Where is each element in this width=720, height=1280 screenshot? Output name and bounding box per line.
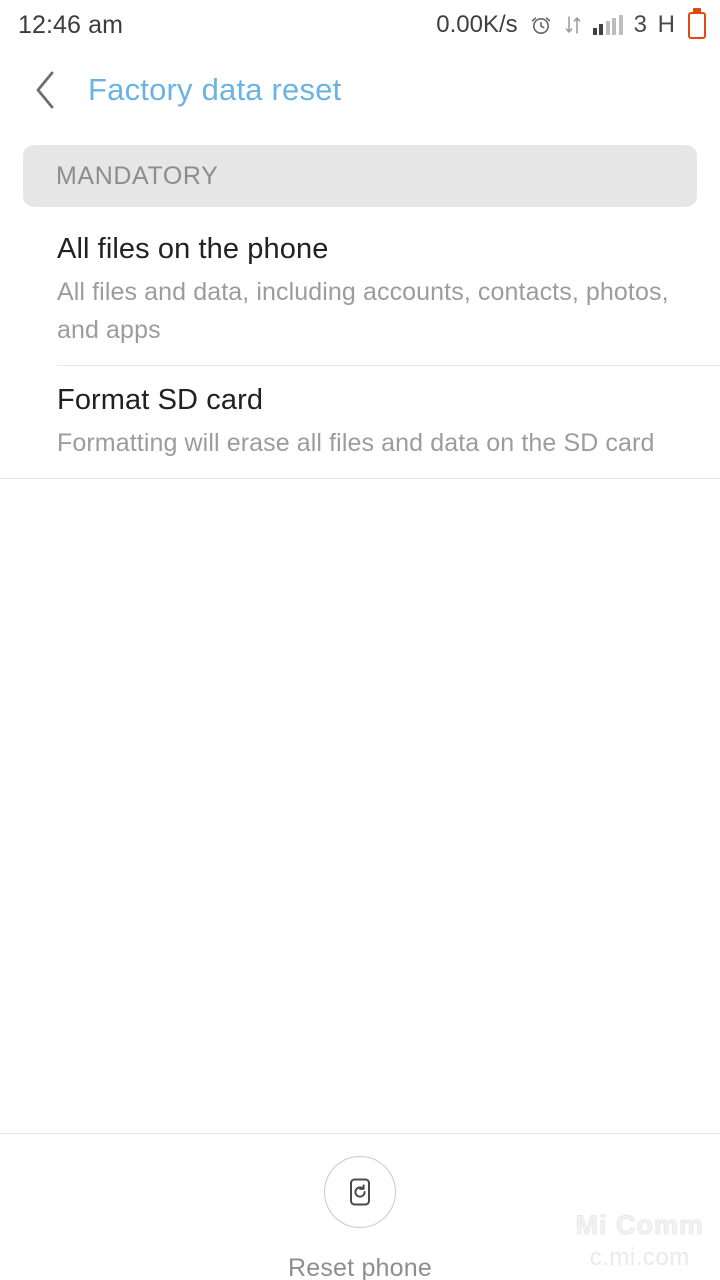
signal-bars-icon	[592, 15, 623, 35]
battery-empty-icon	[688, 11, 706, 39]
status-bar: 12:46 am 0.00K/s 3 H	[0, 0, 720, 50]
status-bar-clock: 12:46 am	[18, 10, 124, 39]
data-transfer-arrows-icon	[564, 13, 582, 37]
bottom-bar-divider	[0, 1133, 720, 1134]
list-item-subtitle: All files and data, including accounts, …	[57, 278, 669, 344]
list-item-title: Format SD card	[57, 384, 264, 416]
section-header-mandatory: MANDATORY	[23, 145, 697, 207]
section-header-label: MANDATORY	[56, 161, 219, 190]
reset-phone-icon	[324, 1156, 396, 1228]
reset-phone-button[interactable]: Reset phone	[0, 1156, 720, 1280]
page-header: Factory data reset	[0, 50, 720, 130]
network-speed-indicator: 0.00K/s	[436, 11, 518, 38]
reset-phone-label: Reset phone	[288, 1254, 432, 1280]
status-bar-indicators: 0.00K/s 3 H	[436, 11, 706, 39]
network-type-indicator: 3 H	[633, 11, 677, 38]
list-item-title: All files on the phone	[57, 233, 329, 265]
page-title: Factory data reset	[88, 72, 342, 107]
list-item[interactable]: All files on the phone All files and dat…	[0, 215, 720, 365]
list-item-subtitle: Formatting will erase all files and data…	[57, 429, 655, 457]
list-item[interactable]: Format SD card Formatting will erase all…	[0, 366, 720, 478]
back-button[interactable]	[16, 50, 74, 130]
chevron-left-icon	[32, 69, 58, 111]
phone-screen: 12:46 am 0.00K/s 3 H Factory data reset …	[0, 0, 720, 1280]
list-bottom-divider	[0, 478, 720, 479]
alarm-clock-icon	[529, 13, 553, 37]
settings-list: All files on the phone All files and dat…	[0, 215, 720, 479]
